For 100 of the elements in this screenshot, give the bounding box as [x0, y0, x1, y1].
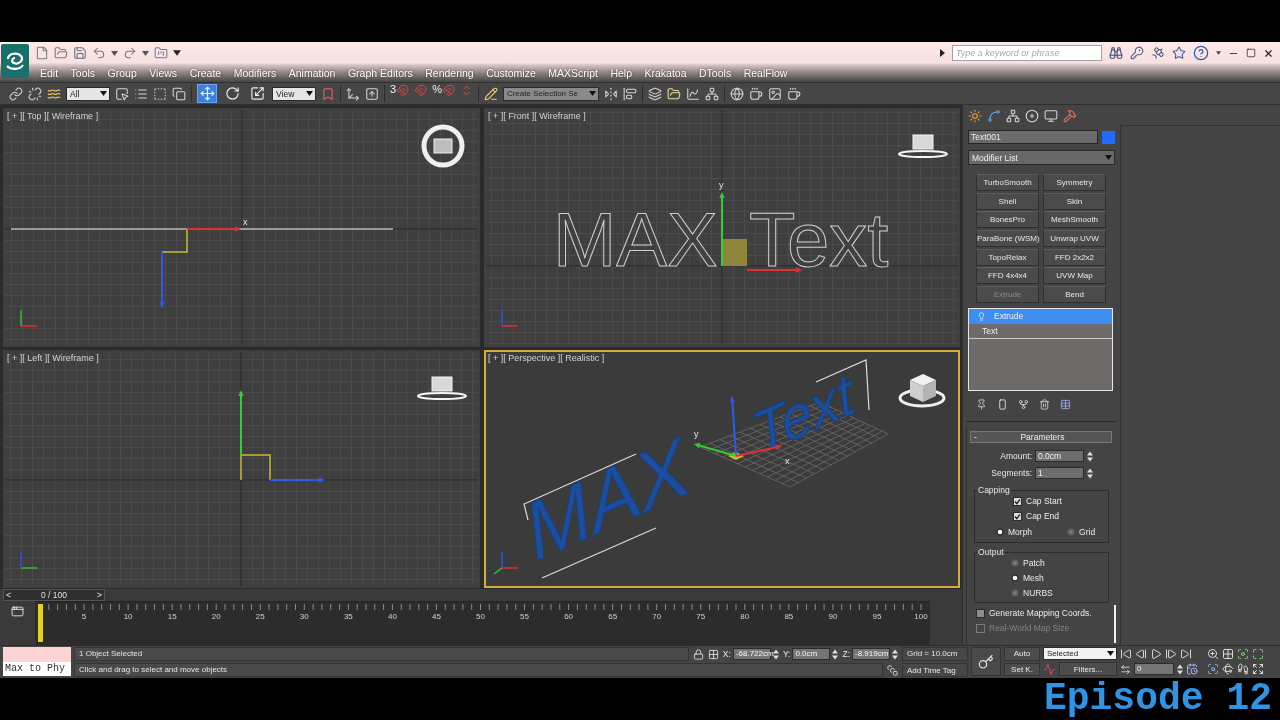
help-icon[interactable] [1193, 45, 1209, 61]
move-gizmo-icon[interactable] [159, 226, 241, 308]
caret-icon[interactable] [173, 50, 181, 56]
modifier-button[interactable]: Unwrap UVW [1043, 230, 1106, 248]
coordinate-field[interactable]: 0.0cm [792, 648, 831, 660]
maximize-icon[interactable] [1246, 48, 1256, 58]
trash-icon[interactable] [1039, 398, 1050, 410]
menu-item[interactable]: Create [189, 67, 222, 79]
move-tool-button[interactable] [197, 84, 217, 103]
layers-icon[interactable] [647, 86, 662, 101]
modifier-button[interactable]: FFD 2x2x2 [1043, 248, 1106, 266]
left-right-arrows-icon[interactable] [1120, 663, 1131, 675]
caret-icon[interactable] [1216, 51, 1221, 55]
spinner-arrows-icon[interactable] [892, 648, 898, 660]
menu-item[interactable]: Group [107, 67, 137, 79]
viewport[interactable]: MAX Text y [ + ][ Front ][ Wireframe ] [484, 108, 960, 347]
close-icon[interactable] [1263, 47, 1274, 59]
menu-item[interactable]: Modifiers [233, 67, 277, 79]
set-key-mode-button[interactable]: Set K. [1004, 662, 1040, 676]
calendar-clock-icon[interactable] [1186, 663, 1198, 676]
globe-icon[interactable] [729, 86, 744, 101]
modifier-button[interactable]: TurboSmooth [976, 174, 1039, 191]
modifier-button[interactable]: Bend [1043, 286, 1106, 304]
radio-button[interactable] [996, 528, 1004, 537]
object-name-field[interactable]: Text001 [968, 130, 1098, 144]
up-arrow-square-icon[interactable] [365, 86, 379, 101]
folder-icon[interactable] [54, 46, 68, 60]
cup-icon[interactable] [786, 86, 801, 101]
viewport-label[interactable]: [ Wireframe ] [47, 353, 99, 363]
filters-button[interactable]: Filters... [1059, 662, 1117, 676]
table-icon[interactable] [1060, 398, 1071, 410]
undo-icon[interactable] [92, 46, 106, 60]
wave-icon[interactable] [47, 86, 61, 101]
square-stack-icon[interactable] [887, 664, 898, 676]
fork-icon[interactable] [1018, 398, 1029, 410]
viewport[interactable]: x [ + ][ Top ][ Wireframe ] [3, 108, 480, 347]
network-icon[interactable] [704, 86, 719, 101]
modifier-button[interactable]: Skin [1043, 192, 1106, 210]
menu-item[interactable]: Views [149, 67, 178, 79]
folder-icon[interactable] [154, 46, 168, 60]
view-cube-icon[interactable] [898, 134, 948, 158]
current-frame-marker[interactable] [38, 604, 43, 642]
axes-icon[interactable] [346, 86, 360, 101]
modifier-button[interactable]: MeshSmooth [1043, 211, 1106, 229]
list-icon[interactable] [134, 86, 148, 101]
modifier-button[interactable]: BonesPro [976, 211, 1039, 229]
dashed-square-icon[interactable] [153, 86, 167, 101]
focus-icon[interactable] [1237, 647, 1249, 660]
modifier-list-dropdown[interactable]: Modifier List [968, 150, 1115, 165]
curve-icon[interactable] [987, 109, 1001, 123]
menu-item[interactable]: Rendering [425, 67, 474, 79]
skip-back-icon[interactable] [1120, 647, 1132, 660]
sun-icon[interactable] [968, 109, 982, 123]
app-menu-icon[interactable] [1, 44, 29, 78]
spinner-arrows-icon[interactable] [1177, 663, 1183, 675]
set-key-button[interactable] [971, 647, 1001, 676]
curve-graph-icon[interactable] [685, 86, 700, 101]
selection-filter-dropdown[interactable]: All [66, 86, 110, 101]
menu-item[interactable]: Edit [40, 67, 59, 79]
key-filter-dropdown[interactable]: Selected [1043, 647, 1117, 660]
spinner-arrows-icon[interactable] [772, 648, 779, 660]
footprints-icon[interactable] [1237, 663, 1249, 676]
caret-icon[interactable] [142, 50, 149, 56]
viewport[interactable]: [ + ][ Left ][ Wireframe ] [3, 350, 480, 588]
redo-icon[interactable] [123, 46, 137, 60]
time-slider-thumb[interactable]: < 0 / 100 > [3, 589, 105, 601]
chain-link-icon[interactable] [9, 86, 23, 101]
menu-item[interactable]: DTools [699, 67, 732, 79]
folder-icon[interactable] [666, 86, 681, 101]
search-field[interactable]: Type a keyword or phrase [952, 45, 1102, 61]
grid-icon[interactable] [707, 648, 719, 660]
hammer-icon[interactable] [1063, 109, 1077, 123]
modifier-button[interactable]: FFD 4x4x4 [976, 267, 1039, 285]
radio-button[interactable] [1011, 589, 1019, 598]
caret-icon[interactable] [111, 50, 118, 56]
menu-item[interactable]: Graph Editors [347, 67, 413, 79]
maximize-icon[interactable] [1252, 647, 1264, 660]
time-slider-track[interactable]: < 0 / 100 > [0, 588, 962, 601]
align-icon[interactable] [622, 86, 637, 101]
menu-item[interactable]: RealFlow [743, 67, 788, 79]
zoom-icon[interactable] [1207, 647, 1219, 660]
frame-field[interactable]: 0 [1134, 663, 1174, 676]
previous-frame-button[interactable]: < [4, 590, 14, 600]
view-cube-icon[interactable] [898, 374, 946, 408]
window-icon[interactable] [11, 605, 24, 618]
spinner-arrows-icon[interactable] [1087, 467, 1093, 479]
menu-item[interactable]: Tools [70, 67, 96, 79]
orbit-icon[interactable] [1222, 663, 1234, 676]
listener-output-field[interactable] [3, 647, 71, 662]
modifier-button[interactable]: ParaBone (WSM) [976, 230, 1039, 248]
satellite-icon[interactable] [1151, 46, 1165, 60]
coordinate-field[interactable]: -8.919cm [852, 648, 890, 660]
add-time-tag-button[interactable]: Add Time Tag [902, 663, 968, 677]
spinner-arrows-icon[interactable] [1087, 450, 1093, 462]
play-icon[interactable] [1150, 647, 1162, 660]
pointer-square-icon[interactable] [115, 86, 129, 101]
radio-button[interactable] [1067, 528, 1076, 537]
triangle-icon[interactable] [940, 49, 945, 57]
checkbox[interactable] [976, 608, 985, 618]
coordinate-system-dropdown[interactable]: View [272, 86, 316, 101]
